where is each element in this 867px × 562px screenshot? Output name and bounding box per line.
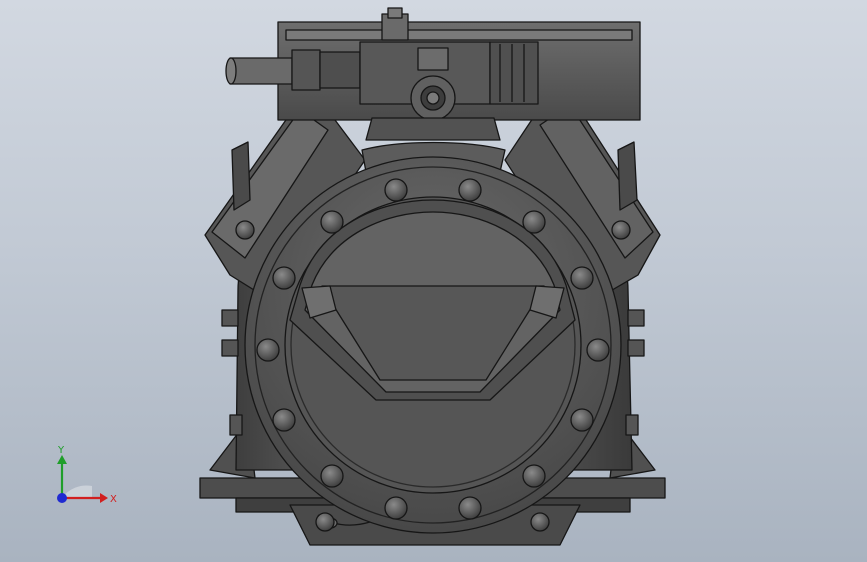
z-axis-dot — [57, 493, 67, 503]
compressor-model[interactable] — [0, 0, 867, 562]
graphics-viewport[interactable]: X Y — [0, 0, 867, 562]
y-axis-arrow — [57, 455, 67, 464]
y-axis-label: Y — [57, 445, 65, 456]
reference-triad: X Y — [57, 445, 117, 505]
x-axis-label: X — [110, 494, 117, 505]
x-axis-arrow — [100, 493, 108, 503]
suction-pipe — [229, 57, 293, 85]
